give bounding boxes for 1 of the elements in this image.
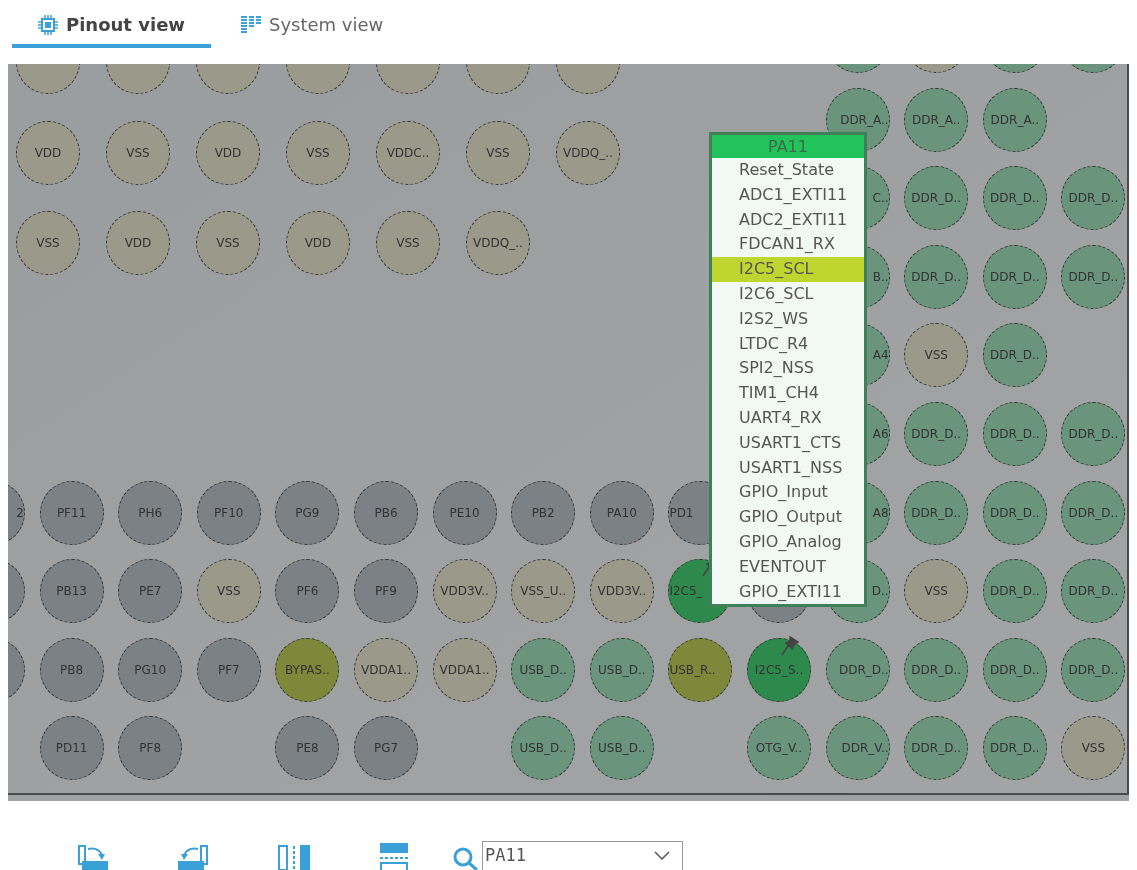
menu-title: PA11	[712, 135, 864, 158]
